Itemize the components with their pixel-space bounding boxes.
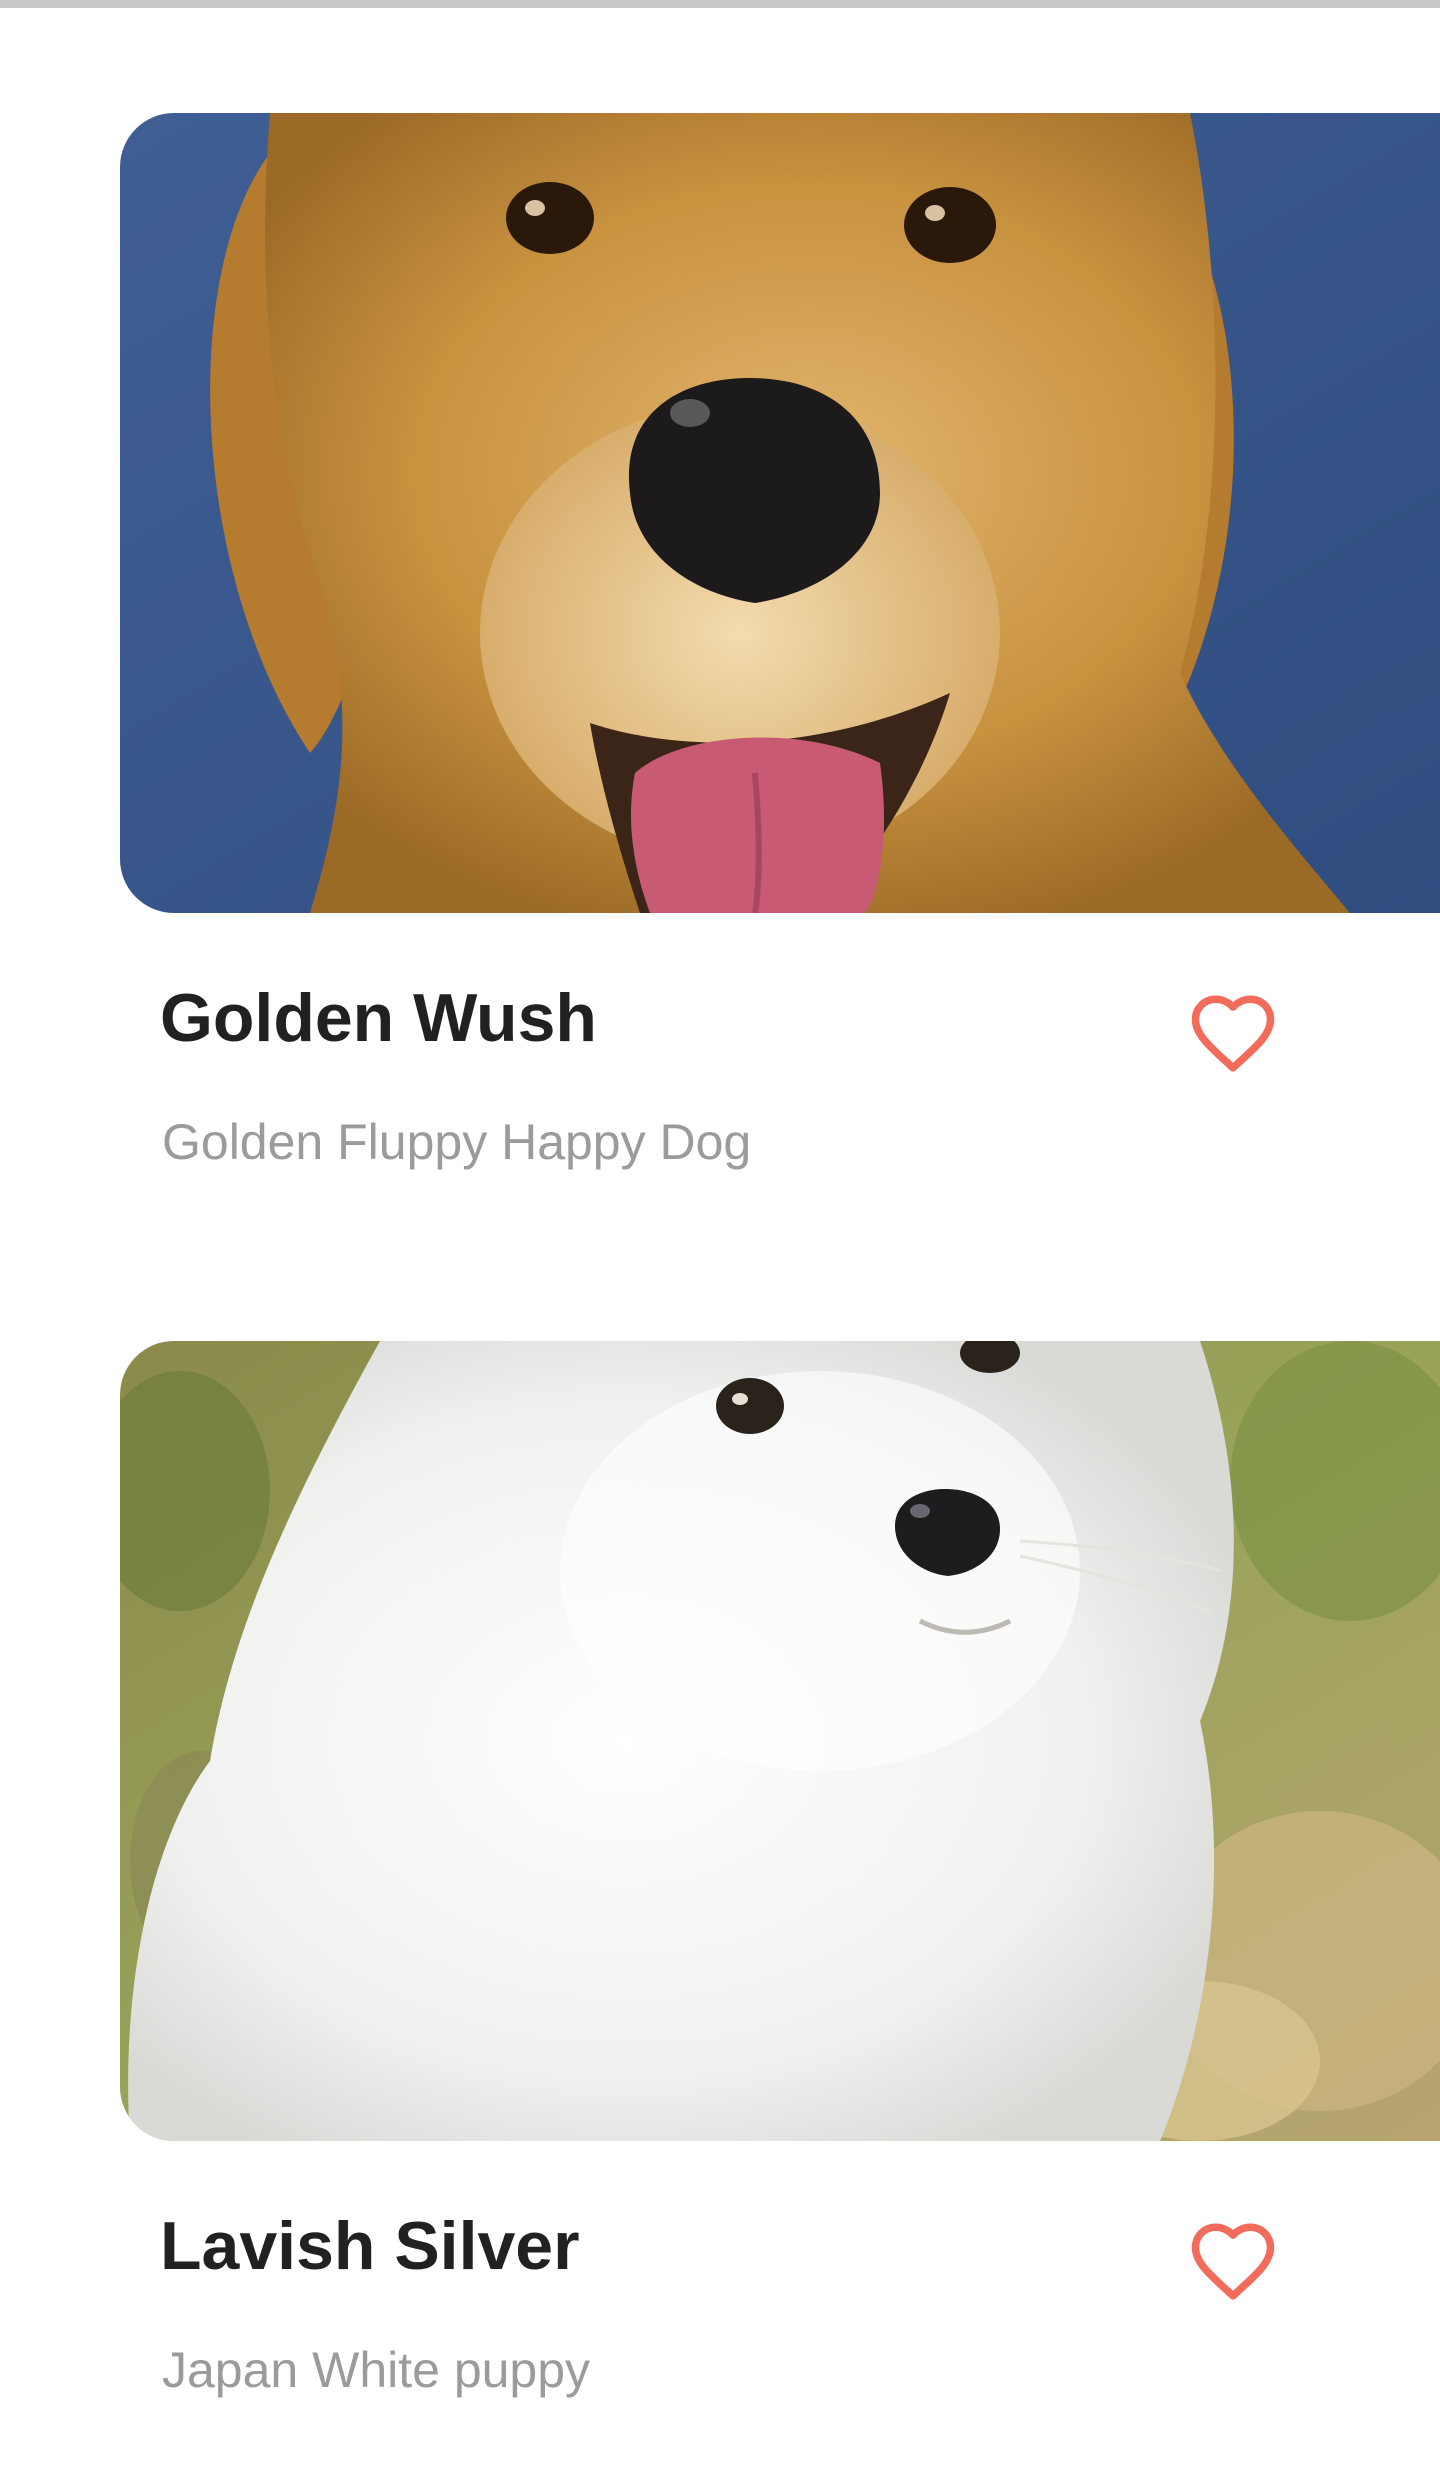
dog-photo-white-puppy[interactable] xyxy=(120,1341,1440,2141)
card-subtitle: Golden Fluppy Happy Dog xyxy=(162,1114,752,1170)
favorite-button[interactable] xyxy=(1180,2211,1286,2311)
dog-card-golden-wush[interactable]: Golden Wush Golden Fluppy Happy Dog xyxy=(120,113,1440,1213)
heart-outline-icon xyxy=(1191,2223,1275,2300)
card-title: Lavish Silver xyxy=(160,2208,580,2284)
card-info: Golden Wush Golden Fluppy Happy Dog xyxy=(120,913,1440,1213)
top-divider xyxy=(0,0,1440,8)
favorite-button[interactable] xyxy=(1180,983,1286,1083)
white-puppy-image xyxy=(120,1341,1440,2141)
golden-retriever-image xyxy=(120,113,1440,913)
dog-card-lavish-silver[interactable]: Lavish Silver Japan White puppy xyxy=(120,1341,1440,2441)
heart-outline-icon xyxy=(1191,995,1275,1072)
card-title: Golden Wush xyxy=(160,980,597,1056)
card-subtitle: Japan White puppy xyxy=(162,2342,591,2398)
dog-photo-golden-retriever[interactable] xyxy=(120,113,1440,913)
card-info: Lavish Silver Japan White puppy xyxy=(120,2141,1440,2441)
